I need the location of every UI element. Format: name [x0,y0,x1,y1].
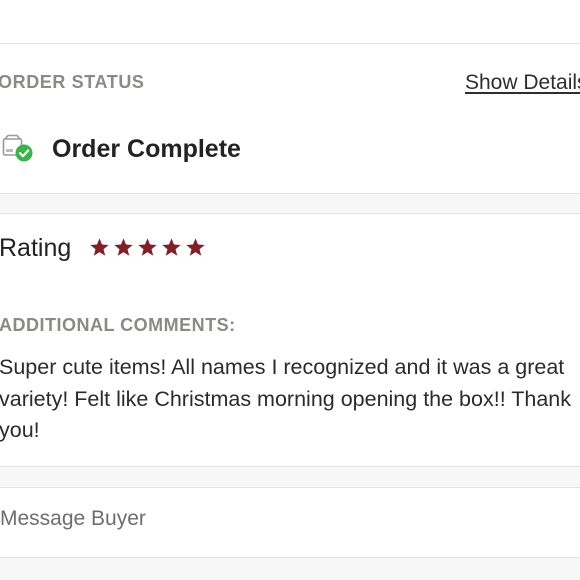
show-details-link[interactable]: Show Details [465,71,580,95]
divider [0,487,580,488]
star-icon [114,238,133,256]
additional-comments-label: ADDITIONAL COMMENTS: [0,315,236,335]
package-check-icon [2,134,36,164]
divider [0,43,580,44]
section-gap [0,194,580,213]
star-icon [162,238,181,256]
star-icon [138,238,157,256]
comment-text: Super cute items! All names I recognized… [0,355,572,442]
section-gap [0,467,580,487]
rating-label: Rating [0,234,72,262]
rating-stars [89,237,206,258]
order-detail-page: ORDER STATUS Show Details Order Complete… [0,0,580,580]
star-icon [90,238,109,256]
order-status-label: ORDER STATUS [0,72,145,92]
order-status-row: Order Complete [2,132,241,166]
star-icon [186,238,205,256]
section-gap [0,558,580,580]
order-status-text: Order Complete [52,134,241,163]
divider [0,213,580,214]
message-buyer-button[interactable]: Message Buyer [0,507,146,531]
